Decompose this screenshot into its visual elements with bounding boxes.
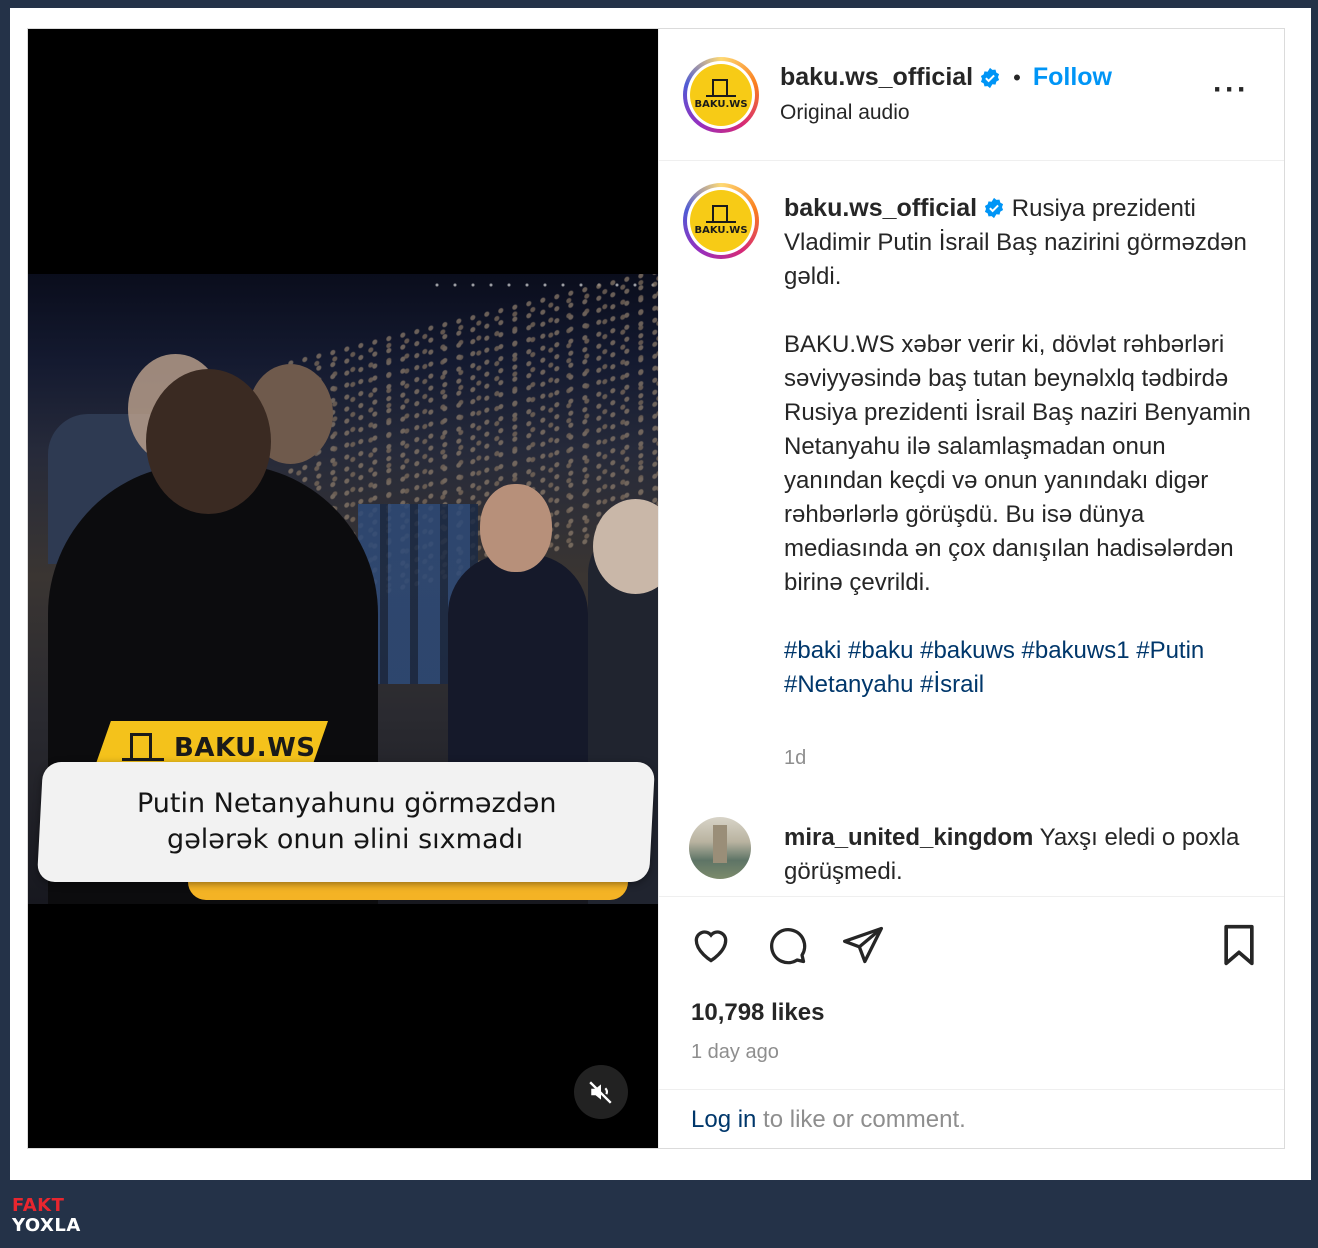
action-bar bbox=[659, 909, 1284, 979]
post-video[interactable]: BAKU.WS Putin Netanyahunu görməzdən gələ… bbox=[28, 29, 658, 1148]
post-age[interactable]: 1 day ago bbox=[691, 1041, 779, 1064]
author-row: baku.ws_official • Follow bbox=[780, 63, 1112, 92]
caption-author-avatar[interactable]: BAKU.WS bbox=[683, 183, 759, 259]
login-prompt: Log in to like or comment. bbox=[659, 1089, 1284, 1148]
mute-button[interactable] bbox=[574, 1065, 628, 1119]
comment-bubble-icon[interactable] bbox=[765, 923, 809, 967]
more-options-icon[interactable]: ··· bbox=[1213, 75, 1249, 105]
seated-person-head bbox=[480, 484, 552, 572]
author-username[interactable]: baku.ws_official bbox=[780, 63, 973, 92]
brand-tag-text: BAKU.WS bbox=[174, 733, 316, 763]
brand-logo-icon bbox=[706, 204, 736, 223]
paper-plane-icon[interactable] bbox=[841, 923, 885, 967]
speaker-muted-icon bbox=[589, 1081, 612, 1104]
login-link[interactable]: Log in bbox=[691, 1106, 756, 1133]
bookmark-icon[interactable] bbox=[1217, 923, 1261, 967]
video-caption-line-1: Putin Netanyahunu görməzdən bbox=[137, 788, 557, 819]
post-caption: baku.ws_official Rusiya prezidenti Vladi… bbox=[784, 191, 1254, 702]
commenter-avatar[interactable] bbox=[689, 817, 751, 879]
caption-hashtags[interactable]: #baki #baku #bakuws #bakuws1 #Putin #Net… bbox=[784, 634, 1254, 702]
comment-item: mira_united_kingdom Yaxşı eledi o poxla … bbox=[659, 801, 1284, 897]
author-avatar[interactable]: BAKU.WS bbox=[683, 57, 759, 133]
likes-count[interactable]: 10,798 likes bbox=[691, 999, 824, 1027]
instagram-post: BAKU.WS Putin Netanyahunu görməzdən gələ… bbox=[27, 28, 1285, 1149]
separator-dot: • bbox=[1013, 64, 1021, 90]
original-audio-link[interactable]: Original audio bbox=[780, 101, 910, 125]
caption-area: BAKU.WS baku.ws_official Rusiya preziden… bbox=[659, 161, 1284, 801]
brand-logo-icon bbox=[706, 78, 736, 97]
caption-username[interactable]: baku.ws_official bbox=[784, 194, 977, 222]
verified-badge-icon bbox=[985, 197, 1004, 219]
avatar-text: BAKU.WS bbox=[694, 98, 748, 110]
watermark-line-1: FAKT bbox=[12, 1195, 65, 1216]
video-caption-box: Putin Netanyahunu görməzdən gələrək onun… bbox=[36, 762, 656, 882]
heart-icon[interactable] bbox=[689, 923, 733, 967]
caption-paragraph-2: BAKU.WS xəbər verir ki, dövlət rəhbərlər… bbox=[784, 331, 1251, 596]
person-back-head bbox=[146, 369, 271, 514]
watermark-line-2: YOXLA bbox=[12, 1215, 81, 1236]
screenshot-frame: BAKU.WS Putin Netanyahunu görməzdən gələ… bbox=[10, 8, 1311, 1180]
comment-body: mira_united_kingdom Yaxşı eledi o poxla … bbox=[784, 821, 1264, 889]
brand-logo-icon bbox=[122, 733, 164, 761]
post-header: BAKU.WS baku.ws_official • Follow Origin… bbox=[659, 29, 1284, 161]
post-side-panel: BAKU.WS baku.ws_official • Follow Origin… bbox=[658, 29, 1284, 1148]
avatar-text: BAKU.WS bbox=[694, 224, 748, 236]
video-caption-line-2: gələrək onun əlini sıxmadı bbox=[167, 824, 524, 855]
follow-button[interactable]: Follow bbox=[1033, 63, 1112, 92]
fakt-yoxla-watermark: FAKT YOXLA bbox=[12, 1196, 81, 1236]
commenter-username[interactable]: mira_united_kingdom bbox=[784, 824, 1033, 851]
verified-badge-icon bbox=[981, 67, 1000, 88]
caption-timestamp[interactable]: 1d bbox=[784, 747, 806, 770]
login-prompt-text: to like or comment. bbox=[756, 1106, 966, 1133]
